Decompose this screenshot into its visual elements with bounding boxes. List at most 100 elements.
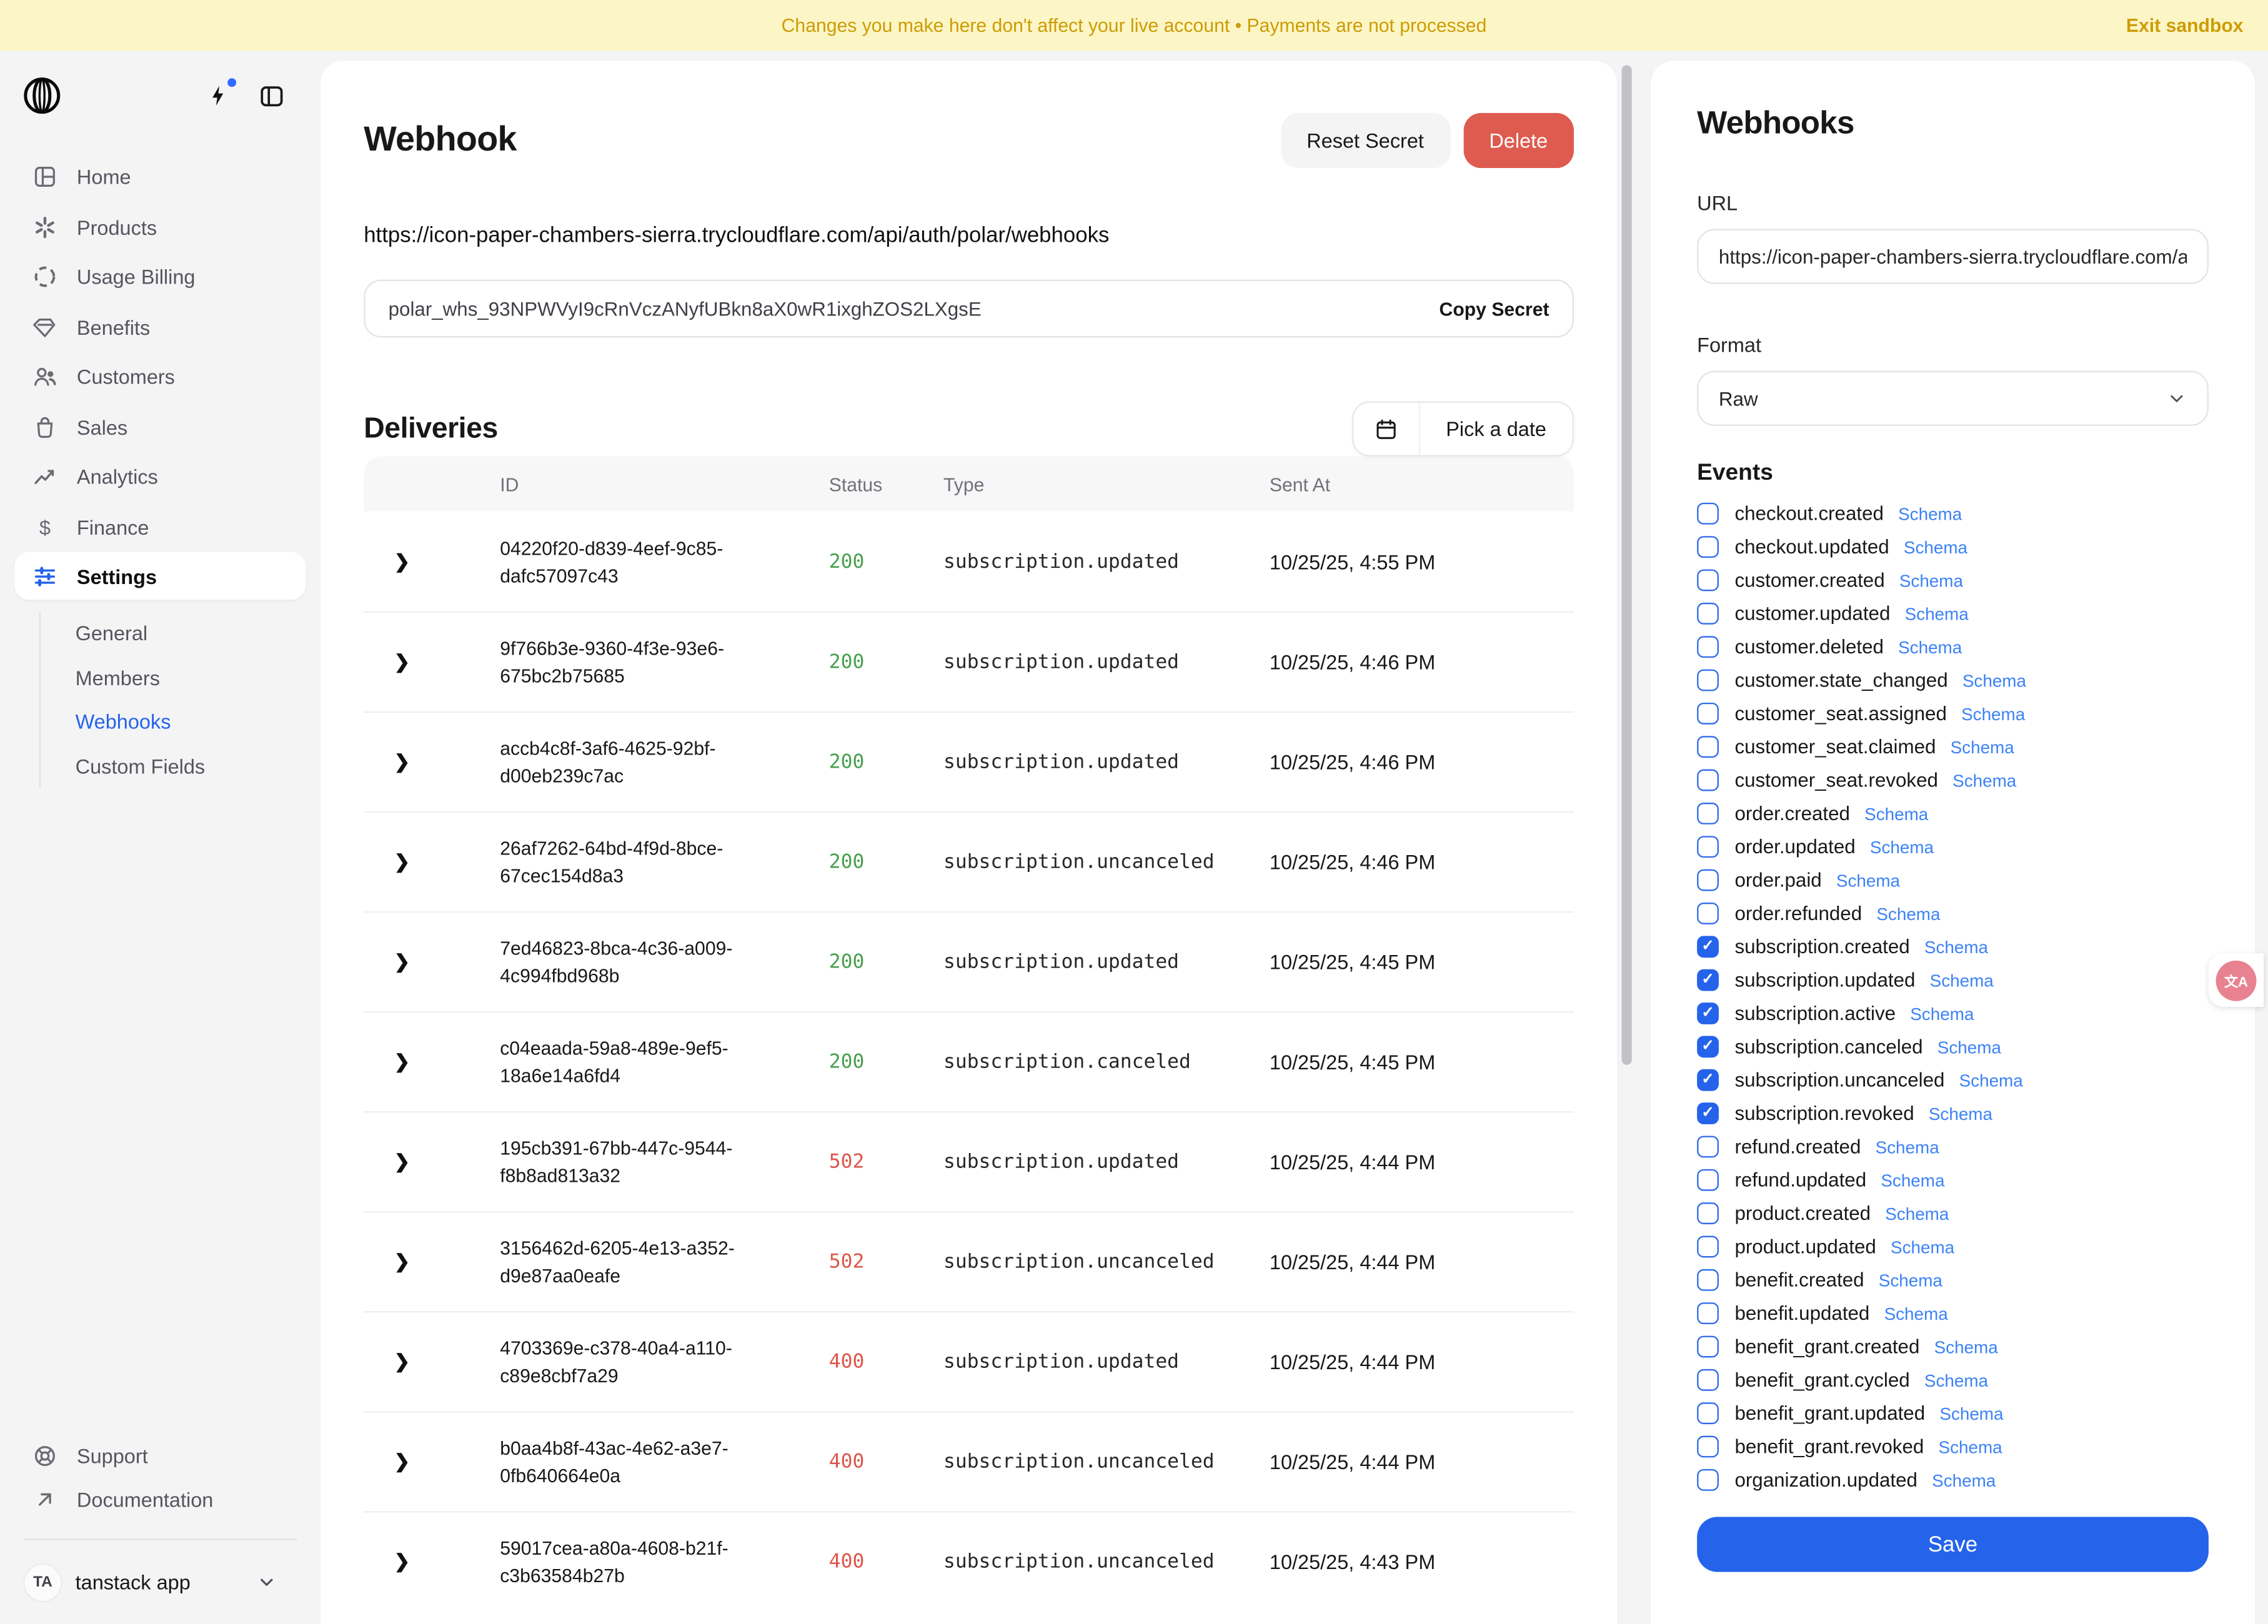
account-switcher[interactable]: TA tanstack app xyxy=(0,1552,321,1612)
sidebar-item-support[interactable]: Support xyxy=(0,1434,321,1478)
schema-link[interactable]: Schema xyxy=(1905,603,1969,623)
sidebar-item-finance[interactable]: $ Finance xyxy=(0,502,321,552)
event-checkbox[interactable] xyxy=(1697,869,1719,891)
copy-secret-button[interactable]: Copy Secret xyxy=(1440,298,1549,320)
schema-link[interactable]: Schema xyxy=(1881,1170,1944,1190)
event-checkbox[interactable] xyxy=(1697,1069,1719,1091)
event-checkbox[interactable] xyxy=(1697,1469,1719,1491)
schema-link[interactable]: Schema xyxy=(1891,1237,1954,1257)
sidebar-item-settings[interactable]: Settings xyxy=(14,552,306,600)
event-checkbox[interactable] xyxy=(1697,1003,1719,1024)
schema-link[interactable]: Schema xyxy=(1876,903,1940,923)
event-checkbox[interactable] xyxy=(1697,636,1719,658)
chevron-right-icon[interactable]: ❯ xyxy=(364,1250,410,1274)
schema-link[interactable]: Schema xyxy=(1959,1070,2023,1090)
translate-badge[interactable]: 文A xyxy=(2209,953,2264,1007)
chevron-right-icon[interactable]: ❯ xyxy=(364,1550,410,1573)
table-row[interactable]: ❯ 59017cea-a80a-4608-b21f- c3b63584b27b … xyxy=(364,1511,1574,1611)
event-checkbox[interactable] xyxy=(1697,1236,1719,1258)
chevron-right-icon[interactable]: ❯ xyxy=(364,1151,410,1174)
delete-button[interactable]: Delete xyxy=(1463,113,1574,168)
schema-link[interactable]: Schema xyxy=(1899,570,1963,590)
sidebar-item-custom-fields[interactable]: Custom Fields xyxy=(41,744,321,788)
event-checkbox[interactable] xyxy=(1697,1402,1719,1424)
event-checkbox[interactable] xyxy=(1697,836,1719,858)
sidebar-item-benefits[interactable]: Benefits xyxy=(0,302,321,352)
lightning-icon[interactable] xyxy=(206,82,230,109)
event-checkbox[interactable] xyxy=(1697,1036,1719,1057)
schema-link[interactable]: Schema xyxy=(1937,1037,2001,1057)
schema-link[interactable]: Schema xyxy=(1924,937,1988,957)
event-checkbox[interactable] xyxy=(1697,1302,1719,1324)
event-checkbox[interactable] xyxy=(1697,736,1719,758)
chevron-right-icon[interactable]: ❯ xyxy=(364,851,410,874)
event-checkbox[interactable] xyxy=(1697,1269,1719,1291)
event-checkbox[interactable] xyxy=(1697,1436,1719,1458)
chevron-right-icon[interactable]: ❯ xyxy=(364,951,410,974)
event-checkbox[interactable] xyxy=(1697,536,1719,558)
event-checkbox[interactable] xyxy=(1697,503,1719,525)
schema-link[interactable]: Schema xyxy=(1929,1103,1992,1123)
schema-link[interactable]: Schema xyxy=(1910,1003,1974,1023)
schema-link[interactable]: Schema xyxy=(1939,1437,2002,1457)
save-button[interactable]: Save xyxy=(1697,1517,2209,1572)
scrollbar-thumb[interactable] xyxy=(1622,65,1632,1064)
chevron-right-icon[interactable]: ❯ xyxy=(364,751,410,774)
table-row[interactable]: ❯ 3156462d-6205-4e13-a352- d9e87aa0eafe … xyxy=(364,1211,1574,1311)
sidebar-toggle-icon[interactable] xyxy=(258,82,286,109)
sidebar-item-members[interactable]: Members xyxy=(41,656,321,700)
schema-link[interactable]: Schema xyxy=(1961,703,2025,723)
table-row[interactable]: ❯ c04eaada-59a8-489e-9ef5- 18a6e14a6fd4 … xyxy=(364,1011,1574,1111)
schema-link[interactable]: Schema xyxy=(1932,1470,1996,1490)
event-checkbox[interactable] xyxy=(1697,1169,1719,1191)
sidebar-item-sales[interactable]: Sales xyxy=(0,402,321,452)
table-row[interactable]: ❯ accb4c8f-3af6-4625-92bf- d00eb239c7ac … xyxy=(364,711,1574,811)
table-row[interactable]: ❯ b0aa4b8f-43ac-4e62-a3e7- 0fb640664e0a … xyxy=(364,1411,1574,1511)
table-row[interactable]: ❯ 04220f20-d839-4eef-9c85- dafc57097c43 … xyxy=(364,512,1574,611)
sidebar-item-documentation[interactable]: Documentation xyxy=(0,1478,321,1522)
event-checkbox[interactable] xyxy=(1697,903,1719,924)
reset-secret-button[interactable]: Reset Secret xyxy=(1280,113,1450,168)
sidebar-item-general[interactable]: General xyxy=(41,611,321,656)
chevron-right-icon[interactable]: ❯ xyxy=(364,1051,410,1074)
schema-link[interactable]: Schema xyxy=(1898,636,1962,656)
chevron-right-icon[interactable]: ❯ xyxy=(364,1450,410,1473)
event-checkbox[interactable] xyxy=(1697,1136,1719,1157)
event-checkbox[interactable] xyxy=(1697,570,1719,592)
table-row[interactable]: ❯ 26af7262-64bd-4f9d-8bce- 67cec154d8a3 … xyxy=(364,811,1574,911)
chevron-right-icon[interactable]: ❯ xyxy=(364,650,410,673)
schema-link[interactable]: Schema xyxy=(1939,1403,2003,1423)
schema-link[interactable]: Schema xyxy=(1962,670,2026,690)
schema-link[interactable]: Schema xyxy=(1836,870,1900,890)
event-checkbox[interactable] xyxy=(1697,603,1719,625)
sidebar-item-usage-billing[interactable]: Usage Billing xyxy=(0,252,321,302)
event-checkbox[interactable] xyxy=(1697,770,1719,791)
sidebar-item-webhooks[interactable]: Webhooks xyxy=(41,700,321,744)
event-checkbox[interactable] xyxy=(1697,1369,1719,1391)
format-select[interactable]: Raw xyxy=(1697,371,2209,426)
sidebar-item-products[interactable]: Products xyxy=(0,202,321,252)
sidebar-item-home[interactable]: Home xyxy=(0,152,321,202)
table-row[interactable]: ❯ 195cb391-67bb-447c-9544- f8b8ad813a32 … xyxy=(364,1111,1574,1211)
schema-link[interactable]: Schema xyxy=(1934,1337,1998,1357)
chevron-right-icon[interactable]: ❯ xyxy=(364,550,410,573)
event-checkbox[interactable] xyxy=(1697,803,1719,824)
table-row[interactable]: ❯ 9f766b3e-9360-4f3e-93e6- 675bc2b75685 … xyxy=(364,611,1574,711)
schema-link[interactable]: Schema xyxy=(1884,1303,1948,1323)
url-input[interactable]: https://icon-paper-chambers-sierra.trycl… xyxy=(1697,229,2209,284)
event-checkbox[interactable] xyxy=(1697,936,1719,958)
event-checkbox[interactable] xyxy=(1697,1336,1719,1358)
exit-sandbox-link[interactable]: Exit sandbox xyxy=(2126,14,2244,36)
schema-link[interactable]: Schema xyxy=(1952,770,2016,790)
table-row[interactable]: ❯ 7ed46823-8bca-4c36-a009- 4c994fbd968b … xyxy=(364,911,1574,1011)
schema-link[interactable]: Schema xyxy=(1879,1270,1942,1290)
schema-link[interactable]: Schema xyxy=(1885,1203,1949,1223)
event-checkbox[interactable] xyxy=(1697,1102,1719,1124)
schema-link[interactable]: Schema xyxy=(1904,537,1967,557)
pick-a-date-button[interactable]: Pick a date xyxy=(1351,402,1573,457)
schema-link[interactable]: Schema xyxy=(1924,1370,1988,1390)
event-checkbox[interactable] xyxy=(1697,1202,1719,1224)
sidebar-item-analytics[interactable]: Analytics xyxy=(0,452,321,502)
event-checkbox[interactable] xyxy=(1697,670,1719,691)
sidebar-item-customers[interactable]: Customers xyxy=(0,352,321,402)
